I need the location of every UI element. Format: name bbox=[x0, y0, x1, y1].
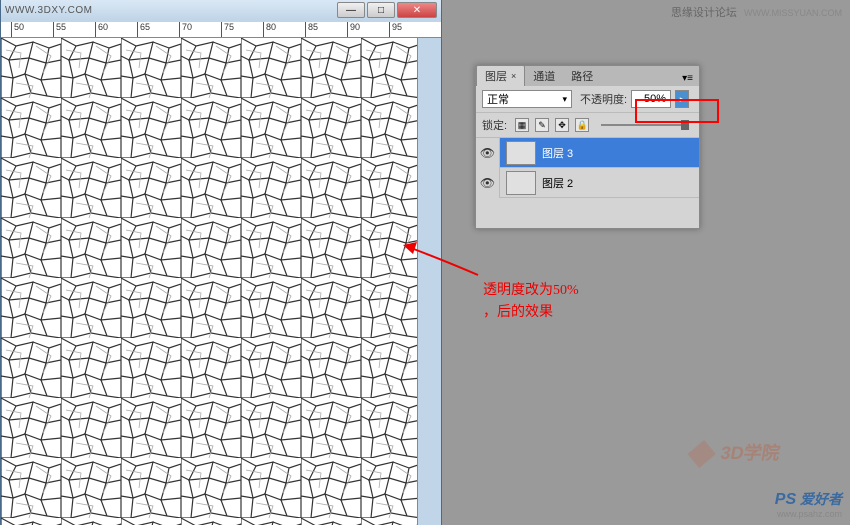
panel-tabs: 图层 × 通道 路径 ▾≡ bbox=[476, 66, 699, 86]
lock-icons: ▦ ✎ ✥ 🔒 bbox=[515, 118, 589, 132]
minimize-button[interactable]: — bbox=[337, 2, 365, 18]
eye-icon bbox=[480, 146, 495, 160]
tab-layers[interactable]: 图层 × bbox=[476, 65, 525, 86]
visibility-toggle[interactable] bbox=[476, 168, 500, 198]
voronoi-pattern bbox=[1, 38, 417, 525]
lock-transparent-icon[interactable]: ▦ bbox=[515, 118, 529, 132]
blend-opacity-row: 正常 不透明度: 50% ▸ bbox=[476, 86, 699, 113]
layer-thumbnail[interactable] bbox=[506, 171, 536, 195]
layer-list-empty bbox=[476, 198, 699, 228]
tab-channels[interactable]: 通道 bbox=[525, 66, 563, 86]
layers-panel: 图层 × 通道 路径 ▾≡ 正常 不透明度: 50% ▸ 锁定: ▦ ✎ ✥ 🔒 bbox=[475, 65, 700, 229]
annotation-text: 透明度改为50% ，后的效果 bbox=[483, 280, 579, 325]
cube-icon bbox=[687, 440, 715, 468]
lock-label: 锁定: bbox=[482, 117, 507, 133]
maximize-button[interactable]: □ bbox=[367, 2, 395, 18]
slider-thumb[interactable] bbox=[681, 120, 689, 130]
watermark-3d-logo: 3D学院 bbox=[690, 439, 783, 465]
eye-icon bbox=[480, 176, 495, 190]
blend-mode-select[interactable]: 正常 bbox=[482, 90, 572, 108]
watermark-bottom: PS 爱好者 www.psahz.com bbox=[775, 489, 842, 519]
document-title: WWW.3DXY.COM bbox=[5, 5, 92, 16]
canvas-content bbox=[1, 38, 417, 525]
lock-fill-row: 锁定: ▦ ✎ ✥ 🔒 bbox=[476, 113, 699, 138]
layer-item-2[interactable]: 图层 2 bbox=[476, 168, 699, 198]
lock-all-icon[interactable]: 🔒 bbox=[575, 118, 589, 132]
tab-close-icon[interactable]: × bbox=[511, 71, 516, 81]
layer-list: 图层 3 图层 2 bbox=[476, 138, 699, 228]
caret-down-icon bbox=[562, 93, 567, 105]
panel-menu-icon[interactable]: ▾≡ bbox=[676, 71, 699, 86]
horizontal-ruler[interactable]: 50 55 60 65 70 75 80 85 90 95 bbox=[1, 22, 441, 38]
close-button[interactable]: ✕ bbox=[397, 2, 437, 18]
opacity-flyout-button[interactable]: ▸ bbox=[675, 90, 689, 108]
canvas-scrollbar-area[interactable] bbox=[417, 38, 441, 525]
layer-name: 图层 2 bbox=[542, 175, 573, 191]
layer-name: 图层 3 bbox=[542, 145, 573, 161]
tab-paths[interactable]: 路径 bbox=[563, 66, 601, 86]
visibility-toggle[interactable] bbox=[476, 138, 500, 168]
lock-brush-icon[interactable]: ✎ bbox=[535, 118, 549, 132]
canvas-area[interactable] bbox=[1, 38, 441, 525]
opacity-input[interactable]: 50% bbox=[631, 90, 671, 108]
watermark-top: 思缘设计论坛 WWW.MISSYUAN.COM bbox=[671, 4, 842, 20]
window-controls: — □ ✕ bbox=[337, 2, 437, 18]
opacity-label: 不透明度: bbox=[580, 91, 627, 107]
document-titlebar[interactable]: WWW.3DXY.COM — □ ✕ bbox=[1, 0, 441, 20]
document-window: WWW.3DXY.COM — □ ✕ 50 55 60 65 70 75 80 … bbox=[0, 0, 442, 525]
fill-slider[interactable] bbox=[597, 124, 693, 126]
lock-move-icon[interactable]: ✥ bbox=[555, 118, 569, 132]
layer-thumbnail[interactable] bbox=[506, 141, 536, 165]
layer-item-3[interactable]: 图层 3 bbox=[476, 138, 699, 168]
